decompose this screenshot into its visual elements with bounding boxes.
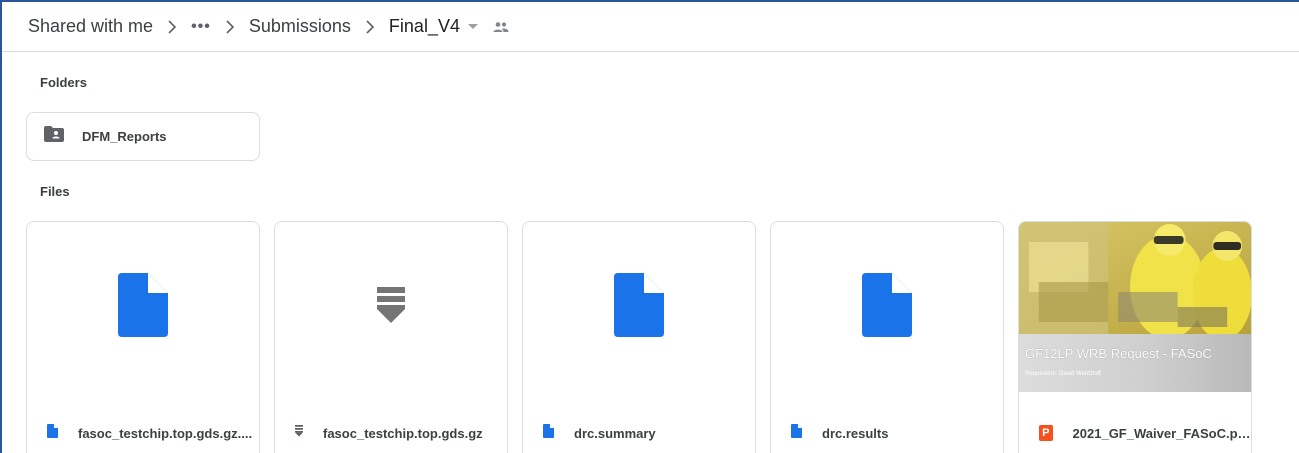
breadcrumb-more-button[interactable]: ••• xyxy=(191,18,211,36)
file-card[interactable]: fasoc_testchip.top.gds.gz xyxy=(274,221,508,453)
breadcrumb-shared-with-me[interactable]: Shared with me xyxy=(28,16,153,37)
breadcrumb-submissions[interactable]: Submissions xyxy=(249,16,351,37)
blue-document-icon xyxy=(862,272,912,342)
shared-people-icon[interactable] xyxy=(492,21,510,33)
presentation-file-icon: P xyxy=(1039,425,1053,441)
file-name: drc.summary xyxy=(574,425,656,441)
slide-subtitle: Requesters: David Wentzloff xyxy=(1025,371,1101,377)
file-name: 2021_GF_Waiver_FASoC.pptx xyxy=(1072,425,1251,441)
blue-document-icon xyxy=(614,272,664,342)
chevron-right-icon xyxy=(225,19,235,34)
generic-file-icon xyxy=(791,423,802,443)
files-heading: Files xyxy=(40,184,70,199)
archive-file-icon xyxy=(295,424,303,442)
archive-download-icon xyxy=(377,286,405,328)
file-thumbnail xyxy=(27,222,259,392)
file-card[interactable]: fasoc_testchip.top.gds.gz.... xyxy=(26,221,260,453)
breadcrumb: Shared with me ••• Submissions Final_V4 xyxy=(2,2,1299,52)
breadcrumb-current-folder[interactable]: Final_V4 xyxy=(389,16,460,37)
shared-folder-icon xyxy=(44,126,64,147)
file-card[interactable]: drc.results xyxy=(770,221,1004,453)
file-thumbnail xyxy=(771,222,1003,392)
folder-item-dfm-reports[interactable]: DFM_Reports xyxy=(26,112,260,161)
chevron-right-icon xyxy=(365,19,375,34)
dropdown-arrow-icon[interactable] xyxy=(467,23,478,30)
cleanroom-photo xyxy=(1019,222,1251,334)
generic-file-icon xyxy=(543,423,554,443)
file-card[interactable]: GF12LP WRB Request - FASoC Requesters: D… xyxy=(1018,221,1252,453)
file-name: drc.results xyxy=(822,425,889,441)
slide-title-band xyxy=(1019,334,1251,392)
file-card[interactable]: drc.summary xyxy=(522,221,756,453)
folders-heading: Folders xyxy=(40,75,87,90)
file-name: fasoc_testchip.top.gds.gz xyxy=(323,425,483,441)
file-thumbnail xyxy=(275,222,507,392)
slide-thumbnail: GF12LP WRB Request - FASoC Requesters: D… xyxy=(1019,222,1251,392)
slide-title: GF12LP WRB Request - FASoC xyxy=(1025,346,1212,361)
folder-name: DFM_Reports xyxy=(82,129,167,144)
generic-file-icon xyxy=(47,423,58,443)
file-name: fasoc_testchip.top.gds.gz.... xyxy=(78,425,253,441)
blue-document-icon xyxy=(118,272,168,342)
chevron-right-icon xyxy=(167,19,177,34)
file-thumbnail xyxy=(523,222,755,392)
